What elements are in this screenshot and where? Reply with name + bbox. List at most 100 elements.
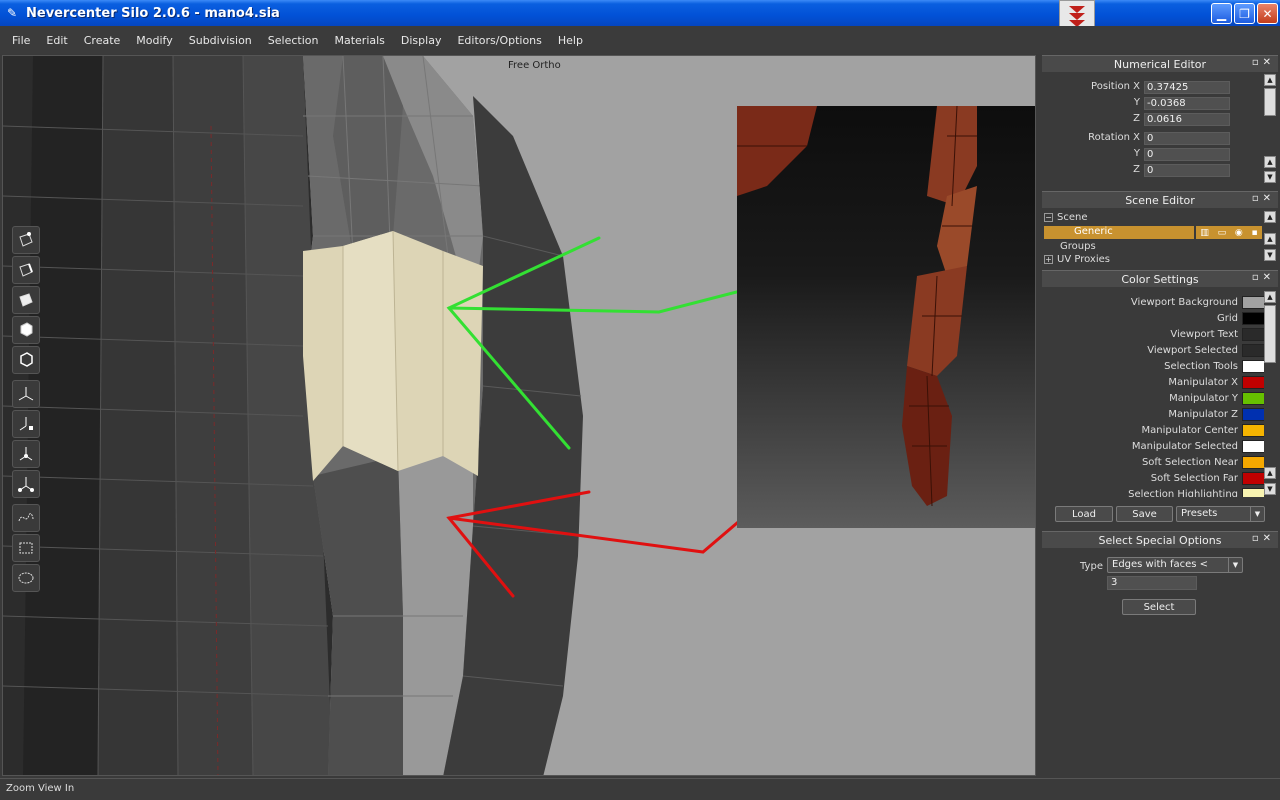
scene-tree-item-selected[interactable]: Generic — [1044, 226, 1194, 239]
presets-dropdown[interactable]: Presets ▼ — [1176, 506, 1265, 522]
menu-modify[interactable]: Modify — [128, 34, 180, 47]
save-button[interactable]: Save — [1116, 506, 1173, 522]
position-z-field[interactable]: 0.0616 — [1144, 113, 1230, 126]
rotation-z-field[interactable]: 0 — [1144, 164, 1230, 177]
scroll-up-icon[interactable]: ▲ — [1264, 467, 1276, 479]
color-setting-row[interactable]: Manipulator Y — [1042, 391, 1266, 407]
status-text: Zoom View In — [6, 783, 75, 794]
ellipse-select-icon[interactable] — [12, 564, 40, 592]
color-swatch[interactable] — [1242, 312, 1266, 325]
rotation-x-field[interactable]: 0 — [1144, 132, 1230, 145]
color-settings-scrollbar[interactable]: ▲ ▲ ▼ — [1264, 291, 1276, 497]
object-mode-icon[interactable] — [12, 316, 40, 344]
scroll-up-icon[interactable]: ▲ — [1264, 211, 1276, 223]
universal-manipulator-icon[interactable] — [12, 470, 40, 498]
display-mode-icon[interactable]: ▥ — [1200, 228, 1209, 238]
color-swatch[interactable] — [1242, 472, 1266, 485]
color-swatch[interactable] — [1242, 376, 1266, 389]
rotate-manipulator-icon[interactable] — [12, 410, 40, 438]
scroll-down-icon[interactable]: ▼ — [1264, 171, 1276, 183]
edge-mode-icon[interactable] — [12, 256, 40, 284]
object-visibility-controls[interactable]: ▥ ▭ ◉ ▪ — [1196, 226, 1262, 239]
multi-mode-icon[interactable] — [12, 346, 40, 374]
color-setting-row[interactable]: Soft Selection Far — [1042, 471, 1266, 487]
color-setting-row[interactable]: Viewport Selected — [1042, 343, 1266, 359]
numerical-editor-scrollbar[interactable]: ▲ ▲ ▼ — [1264, 74, 1276, 186]
scroll-up-icon[interactable]: ▲ — [1264, 156, 1276, 168]
color-swatch[interactable] — [1242, 360, 1266, 373]
color-swatch[interactable] — [1242, 296, 1266, 309]
color-setting-row[interactable]: Manipulator Z — [1042, 407, 1266, 423]
count-field[interactable]: 3 — [1107, 576, 1197, 590]
scroll-thumb[interactable] — [1264, 305, 1276, 363]
color-setting-row[interactable]: Selection Tools — [1042, 359, 1266, 375]
scroll-thumb[interactable] — [1264, 88, 1276, 116]
close-button[interactable]: ✕ — [1257, 3, 1278, 24]
menu-file[interactable]: File — [0, 34, 38, 47]
lock-icon[interactable]: ▪ — [1252, 228, 1258, 238]
position-x-row: Position X 0.37425 — [1042, 81, 1278, 95]
scroll-down-icon[interactable]: ▼ — [1264, 249, 1276, 261]
maximize-button[interactable]: ❐ — [1234, 3, 1255, 24]
visibility-eye-icon[interactable]: ◉ — [1235, 228, 1243, 238]
type-dropdown[interactable]: Edges with faces < ▼ — [1107, 557, 1243, 573]
color-setting-row[interactable]: Selection Highlighting — [1042, 487, 1266, 497]
3d-viewport[interactable]: Free Ortho — [2, 55, 1036, 776]
color-swatch[interactable] — [1242, 488, 1266, 497]
color-setting-row[interactable]: Viewport Text — [1042, 327, 1266, 343]
position-x-field[interactable]: 0.37425 — [1144, 81, 1230, 94]
menu-editors-options[interactable]: Editors/Options — [449, 34, 549, 47]
color-swatch[interactable] — [1242, 392, 1266, 405]
panel-controls-icon[interactable]: ▫✕ — [1252, 193, 1275, 204]
color-setting-row[interactable]: Manipulator Center — [1042, 423, 1266, 439]
color-swatch[interactable] — [1242, 440, 1266, 453]
position-y-field[interactable]: -0.0368 — [1144, 97, 1230, 110]
face-mode-icon[interactable] — [12, 286, 40, 314]
scene-tree-item[interactable]: Groups — [1060, 241, 1096, 254]
expand-icon[interactable]: + — [1044, 255, 1053, 264]
collapse-icon[interactable]: − — [1044, 213, 1053, 222]
color-setting-row[interactable]: Soft Selection Near — [1042, 455, 1266, 471]
menu-help[interactable]: Help — [550, 34, 591, 47]
scroll-up-icon[interactable]: ▲ — [1264, 291, 1276, 303]
scene-editor-scrollbar[interactable]: ▲ ▲ ▼ — [1264, 211, 1276, 263]
minimize-button[interactable]: ▁ — [1211, 3, 1232, 24]
move-manipulator-icon[interactable] — [12, 380, 40, 408]
position-y-label: Y — [1133, 97, 1140, 108]
menu-create[interactable]: Create — [76, 34, 129, 47]
color-setting-row[interactable]: Manipulator X — [1042, 375, 1266, 391]
status-bar: Zoom View In — [0, 778, 1280, 800]
scene-tree-item[interactable]: − Scene — [1044, 212, 1088, 225]
scale-manipulator-icon[interactable] — [12, 440, 40, 468]
menu-selection[interactable]: Selection — [260, 34, 327, 47]
scene-tree-item[interactable]: + UV Proxies — [1044, 254, 1110, 264]
color-setting-row[interactable]: Grid — [1042, 311, 1266, 327]
vertex-mode-icon[interactable] — [12, 226, 40, 254]
menu-subdivision[interactable]: Subdivision — [181, 34, 260, 47]
panel-controls-icon[interactable]: ▫✕ — [1252, 272, 1275, 283]
menu-materials[interactable]: Materials — [326, 34, 392, 47]
select-button[interactable]: Select — [1122, 599, 1196, 615]
color-swatch[interactable] — [1242, 456, 1266, 469]
rectangle-select-icon[interactable] — [12, 534, 40, 562]
panel-controls-icon[interactable]: ▫✕ — [1252, 57, 1275, 68]
menu-edit[interactable]: Edit — [38, 34, 75, 47]
material-icon[interactable]: ▭ — [1218, 228, 1227, 238]
scene-editor-header: Scene Editor ▫✕ — [1042, 191, 1278, 208]
lasso-select-icon[interactable] — [12, 504, 40, 532]
scroll-up-icon[interactable]: ▲ — [1264, 74, 1276, 86]
color-swatch[interactable] — [1242, 424, 1266, 437]
scroll-up-icon[interactable]: ▲ — [1264, 233, 1276, 245]
rotation-z-label: Z — [1133, 164, 1140, 175]
numerical-editor-panel: Position X 0.37425 Y -0.0368 Z 0.0616 Ro… — [1042, 73, 1278, 189]
color-setting-row[interactable]: Viewport Background — [1042, 295, 1266, 311]
rotation-y-field[interactable]: 0 — [1144, 148, 1230, 161]
panel-controls-icon[interactable]: ▫✕ — [1252, 533, 1275, 544]
menu-display[interactable]: Display — [393, 34, 450, 47]
color-swatch[interactable] — [1242, 344, 1266, 357]
color-setting-row[interactable]: Manipulator Selected — [1042, 439, 1266, 455]
color-swatch[interactable] — [1242, 408, 1266, 421]
color-swatch[interactable] — [1242, 328, 1266, 341]
scroll-down-icon[interactable]: ▼ — [1264, 483, 1276, 495]
load-button[interactable]: Load — [1055, 506, 1113, 522]
